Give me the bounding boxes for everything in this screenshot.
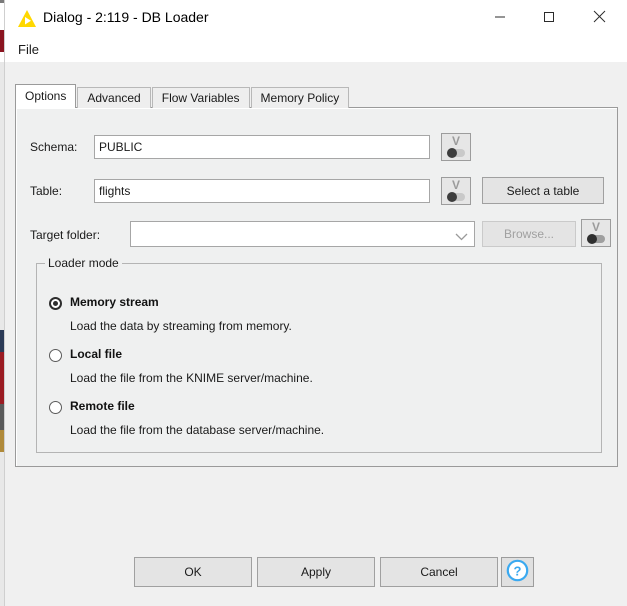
options-panel: Schema: V Table: V Select a table Target… <box>15 107 618 467</box>
radio-mark-icon <box>49 401 62 414</box>
close-button[interactable] <box>577 0 622 33</box>
radio-mark-icon <box>49 349 62 362</box>
tab-options[interactable]: Options <box>15 84 77 108</box>
table-input[interactable] <box>94 179 430 203</box>
radio-label: Remote file <box>70 399 135 413</box>
cancel-button[interactable]: Cancel <box>380 557 498 587</box>
chevron-down-icon <box>455 230 468 244</box>
menu-item-file[interactable]: File <box>13 40 44 59</box>
schema-label: Schema: <box>30 140 78 154</box>
help-button[interactable]: ? <box>501 557 534 587</box>
dialog-window: Dialog - 2:119 - DB Loader File Options … <box>4 0 627 606</box>
table-label: Table: <box>30 184 63 198</box>
radio-label: Local file <box>70 347 123 361</box>
schema-flow-variable-button[interactable]: V <box>441 133 471 161</box>
knime-triangle-icon <box>17 9 37 28</box>
flow-variable-dot <box>447 192 457 202</box>
dialog-footer: OK Apply Cancel <box>5 480 627 606</box>
schema-input[interactable] <box>94 135 430 159</box>
target-folder-combobox[interactable] <box>130 221 475 247</box>
close-icon <box>577 10 622 23</box>
tab-memory-policy[interactable]: Memory Policy <box>250 87 350 108</box>
tab-flow-variables[interactable]: Flow Variables <box>151 87 250 108</box>
maximize-icon <box>526 11 571 23</box>
table-flow-variable-button[interactable]: V <box>441 177 471 205</box>
window-title: Dialog - 2:119 - DB Loader <box>43 9 209 25</box>
target-folder-flow-variable-button[interactable]: V <box>581 219 611 247</box>
browse-button[interactable]: Browse... <box>482 221 576 247</box>
radio-description: Load the file from the KNIME server/mach… <box>70 371 313 385</box>
svg-text:?: ? <box>514 563 522 578</box>
minimize-button[interactable] <box>477 0 522 33</box>
maximize-button[interactable] <box>526 0 571 33</box>
select-a-table-button[interactable]: Select a table <box>482 177 604 204</box>
loader-mode-group-title: Loader mode <box>45 256 122 270</box>
apply-button[interactable]: Apply <box>257 557 375 587</box>
flow-variable-icon: V <box>591 220 600 234</box>
radio-description: Load the data by streaming from memory. <box>70 319 292 333</box>
radio-description: Load the file from the database server/m… <box>70 423 325 437</box>
minimize-icon <box>477 11 522 23</box>
flow-variable-icon: V <box>451 178 460 192</box>
tab-advanced[interactable]: Advanced <box>77 87 151 108</box>
title-bar: Dialog - 2:119 - DB Loader <box>5 0 627 37</box>
flow-variable-dot <box>447 148 457 158</box>
radio-mark-icon <box>49 297 62 310</box>
flow-variable-icon: V <box>451 134 460 148</box>
menu-bar: File <box>5 36 627 62</box>
loader-mode-group: Loader mode Memory stream Load the data … <box>36 256 602 453</box>
flow-variable-dot <box>587 234 597 244</box>
ok-button[interactable]: OK <box>134 557 252 587</box>
tab-strip: Options Advanced Flow Variables Memory P… <box>15 84 350 108</box>
target-folder-label: Target folder: <box>30 228 101 242</box>
radio-label: Memory stream <box>70 295 159 309</box>
help-question-icon: ? <box>506 559 529 585</box>
